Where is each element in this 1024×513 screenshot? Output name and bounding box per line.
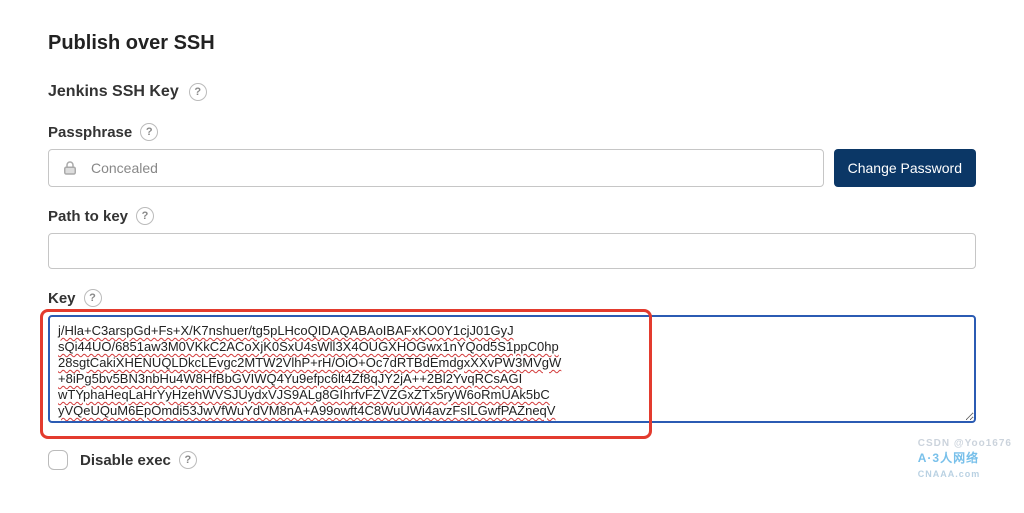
passphrase-field: Concealed — [48, 149, 824, 187]
passphrase-status: Concealed — [91, 160, 158, 176]
lock-icon — [61, 159, 79, 177]
path-to-key-label: Path to key — [48, 208, 128, 225]
help-icon[interactable]: ? — [179, 451, 197, 469]
disable-exec-label: Disable exec — [80, 452, 171, 469]
help-icon[interactable]: ? — [140, 123, 158, 141]
page-title: Publish over SSH — [48, 32, 976, 55]
help-icon[interactable]: ? — [84, 289, 102, 307]
path-to-key-input[interactable] — [48, 233, 976, 269]
watermark: CSDN @Yoo1676 A·3人网络 CNAAA.com — [918, 438, 1012, 480]
help-icon[interactable]: ? — [189, 83, 207, 101]
change-password-button[interactable]: Change Password — [834, 149, 976, 187]
section-title: Jenkins SSH Key — [48, 83, 179, 101]
key-textarea[interactable] — [48, 315, 976, 423]
disable-exec-checkbox[interactable] — [48, 450, 68, 470]
help-icon[interactable]: ? — [136, 207, 154, 225]
passphrase-label: Passphrase — [48, 124, 132, 141]
key-label: Key — [48, 290, 76, 307]
